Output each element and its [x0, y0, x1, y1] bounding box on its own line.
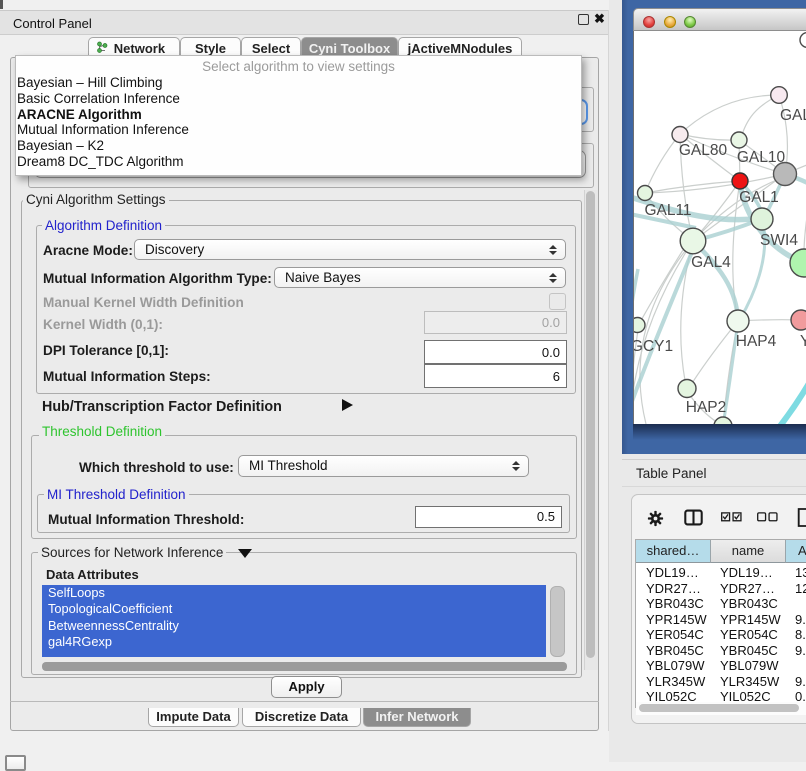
svg-text:GAL10: GAL10 [737, 149, 786, 166]
svg-text:HAP4: HAP4 [736, 333, 777, 350]
svg-text:GAL1: GAL1 [739, 189, 779, 206]
svg-text:HAP2: HAP2 [686, 399, 727, 416]
svg-text:GAL80: GAL80 [679, 142, 728, 159]
svg-text:GAL7: GAL7 [780, 107, 806, 124]
svg-text:GAL4: GAL4 [691, 254, 731, 271]
svg-text:Y: Y [800, 333, 806, 350]
svg-text:GCY1: GCY1 [633, 338, 673, 355]
svg-text:GAL11: GAL11 [644, 202, 691, 219]
svg-text:SWI4: SWI4 [760, 232, 798, 249]
